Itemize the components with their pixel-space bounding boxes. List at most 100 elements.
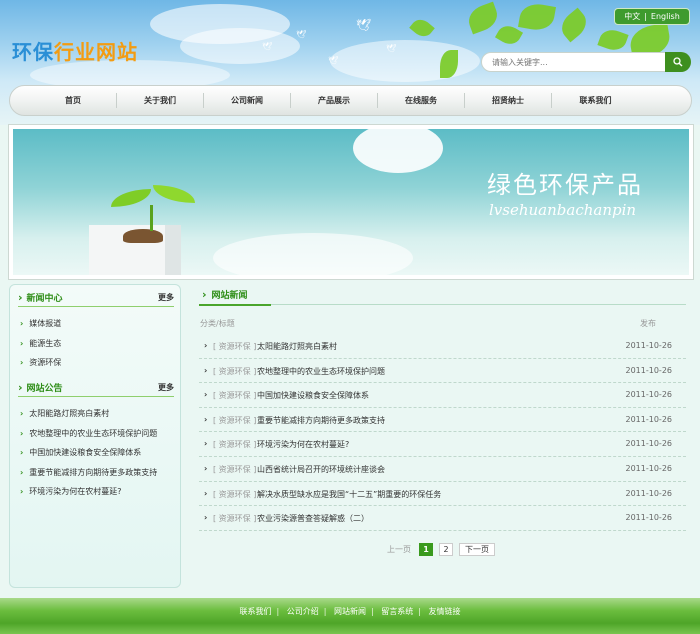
banner-subtitle: lvsehuanbachanpin xyxy=(489,201,637,219)
table-row[interactable]: › [ 资源环保 ] 农业污染源普查答疑解惑（二） 2011-10-26 xyxy=(199,506,686,531)
news-title-link[interactable]: 重要节能减排方向期待更多政策支持 xyxy=(257,415,385,426)
footer-separator: | xyxy=(276,607,280,616)
banner-title: 绿色环保产品 xyxy=(487,171,643,199)
nav-item-recruitment[interactable]: 招贤纳士 xyxy=(465,93,552,108)
news-center-more-link[interactable]: 更多 xyxy=(158,292,174,303)
table-row[interactable]: › [ 资源环保 ] 重要节能减排方向期待更多政策支持 2011-10-26 xyxy=(199,408,686,433)
news-title-link[interactable]: 农地整理中的农业生态环境保护问题 xyxy=(257,366,385,377)
footer-link-about[interactable]: 公司介绍 xyxy=(287,607,319,616)
dove-icon: 🕊 xyxy=(356,18,372,32)
cloud-decoration xyxy=(213,233,413,275)
footer-separator: | xyxy=(323,607,327,616)
column-date: 发布 xyxy=(640,319,656,328)
sidebar-item-energy-ecology[interactable]: 能源生态 xyxy=(20,334,61,354)
announcements-list: 太阳能路灯照亮白素村 农地整理中的农业生态环境保护问题 中国加快建设粮食安全保障… xyxy=(20,404,157,502)
news-date: 2011-10-26 xyxy=(625,365,673,375)
language-switcher: 中文 | English xyxy=(614,8,690,25)
page-number[interactable]: 2 xyxy=(439,543,453,556)
news-category: [ 资源环保 ] xyxy=(213,514,257,524)
bullet-arrow-icon: › xyxy=(204,463,208,473)
leaf-decoration xyxy=(464,1,502,35)
bullet-arrow-icon: › xyxy=(204,414,208,424)
news-title-link[interactable]: 解决水质型缺水应是我国“十二五”期重要的环保任务 xyxy=(257,489,441,500)
nav-item-home[interactable]: 首页 xyxy=(30,93,117,108)
leaf-decoration xyxy=(409,15,435,41)
sprout-leaf-image xyxy=(111,189,151,207)
nav-item-contact[interactable]: 联系我们 xyxy=(552,93,639,108)
lang-en-link[interactable]: English xyxy=(651,12,680,21)
banner: 绿色环保产品 lvsehuanbachanpin xyxy=(13,129,689,275)
news-category: [ 资源环保 ] xyxy=(213,440,257,450)
footer-link-guestbook[interactable]: 留言系统 xyxy=(381,607,413,616)
sidebar-item-media-reports[interactable]: 媒体报道 xyxy=(20,314,61,334)
footer: 联系我们 | 公司介绍 | 网站新闻 | 留言系统 | 友情链接 xyxy=(0,598,700,634)
nav-item-company-news[interactable]: 公司新闻 xyxy=(204,93,291,108)
footer-link-news[interactable]: 网站新闻 xyxy=(334,607,366,616)
news-category: [ 资源环保 ] xyxy=(213,415,257,425)
news-date: 2011-10-26 xyxy=(625,488,673,498)
table-row[interactable]: › [ 资源环保 ] 解决水质型缺水应是我国“十二五”期重要的环保任务 2011… xyxy=(199,482,686,507)
search-icon xyxy=(673,57,683,67)
table-row[interactable]: › [ 资源环保 ] 农地整理中的农业生态环境保护问题 2011-10-26 xyxy=(199,359,686,384)
footer-separator: | xyxy=(371,607,374,616)
sprout-leaf-image xyxy=(153,185,195,203)
dove-icon: 🕊 xyxy=(328,56,339,65)
page-number-current[interactable]: 1 xyxy=(419,543,433,556)
sidebar-item-resource-env[interactable]: 资源环保 xyxy=(20,353,61,373)
announcement-item[interactable]: 农地整理中的农业生态环境保护问题 xyxy=(20,424,157,444)
table-row[interactable]: › [ 资源环保 ] 太阳能路灯照亮白素村 2011-10-26 xyxy=(199,334,686,359)
news-date: 2011-10-26 xyxy=(625,414,673,424)
news-list: › [ 资源环保 ] 太阳能路灯照亮白素村 2011-10-26 › [ 资源环… xyxy=(199,334,686,531)
main-news-header: 网站新闻 xyxy=(199,288,686,306)
nav-item-about[interactable]: 关于我们 xyxy=(117,93,204,108)
bullet-arrow-icon: › xyxy=(204,488,208,498)
announcement-item[interactable]: 重要节能减排方向期待更多政策支持 xyxy=(20,463,157,483)
footer-link-contact[interactable]: 联系我们 xyxy=(240,607,272,616)
lang-zh-link[interactable]: 中文 xyxy=(624,11,640,22)
news-center-title: 新闻中心 xyxy=(18,291,63,304)
table-row[interactable]: › [ 资源环保 ] 山西省统计局召开的环境统计座谈会 2011-10-26 xyxy=(199,457,686,482)
search-box xyxy=(481,52,691,72)
announcements-header: 网站公告 更多 xyxy=(18,381,174,397)
announcements-more-link[interactable]: 更多 xyxy=(158,382,174,393)
dove-icon: 🕊 xyxy=(296,30,307,39)
cloud-decoration xyxy=(180,28,300,64)
table-row[interactable]: › [ 资源环保 ] 中国加快建设粮食安全保障体系 2011-10-26 xyxy=(199,383,686,408)
main-nav: 首页 关于我们 公司新闻 产品展示 在线服务 招贤纳士 联系我们 xyxy=(9,85,692,116)
search-button[interactable] xyxy=(665,52,691,72)
news-title-link[interactable]: 中国加快建设粮食安全保障体系 xyxy=(257,390,369,401)
site-logo[interactable]: 环保行业网站 xyxy=(12,36,138,65)
news-center-header: 新闻中心 更多 xyxy=(18,291,174,307)
news-date: 2011-10-26 xyxy=(625,390,673,400)
lang-separator: | xyxy=(644,12,647,21)
news-title-link[interactable]: 农业污染源普查答疑解惑（二） xyxy=(257,513,369,524)
bullet-arrow-icon: › xyxy=(204,390,208,400)
next-page-button[interactable]: 下一页 xyxy=(459,543,495,556)
main-news-title: 网站新闻 xyxy=(199,288,271,306)
footer-separator: | xyxy=(418,607,421,616)
news-category: [ 资源环保 ] xyxy=(213,489,257,499)
announcement-item[interactable]: 环境污染为何在农村蔓延? xyxy=(20,482,157,502)
footer-link-friend-links[interactable]: 友情链接 xyxy=(429,607,461,616)
news-category: [ 资源环保 ] xyxy=(213,366,257,376)
nav-item-products[interactable]: 产品展示 xyxy=(291,93,378,108)
news-category: [ 资源环保 ] xyxy=(213,391,257,401)
news-title-link[interactable]: 太阳能路灯照亮白素村 xyxy=(257,341,337,352)
announcement-item[interactable]: 中国加快建设粮食安全保障体系 xyxy=(20,443,157,463)
news-title-link[interactable]: 环境污染为何在农村蔓延? xyxy=(257,439,349,450)
bullet-arrow-icon: › xyxy=(204,513,208,523)
footer-links: 联系我们 | 公司介绍 | 网站新闻 | 留言系统 | 友情链接 xyxy=(0,606,700,617)
nav-item-online-service[interactable]: 在线服务 xyxy=(378,93,465,108)
soil-image xyxy=(123,229,163,243)
news-column-header: 分类/标题 发布 xyxy=(199,318,686,332)
news-category: [ 资源环保 ] xyxy=(213,342,257,351)
news-date: 2011-10-26 xyxy=(625,439,673,449)
announcement-item[interactable]: 太阳能路灯照亮白素村 xyxy=(20,404,157,424)
leaf-decoration xyxy=(597,26,629,54)
pagination: 上一页 1 2 下一页 xyxy=(387,543,495,556)
news-title-link[interactable]: 山西省统计局召开的环境统计座谈会 xyxy=(257,464,385,475)
news-date: 2011-10-26 xyxy=(625,463,673,473)
table-row[interactable]: › [ 资源环保 ] 环境污染为何在农村蔓延? 2011-10-26 xyxy=(199,432,686,457)
search-input[interactable] xyxy=(492,57,657,67)
prev-page-button[interactable]: 上一页 xyxy=(387,544,411,555)
